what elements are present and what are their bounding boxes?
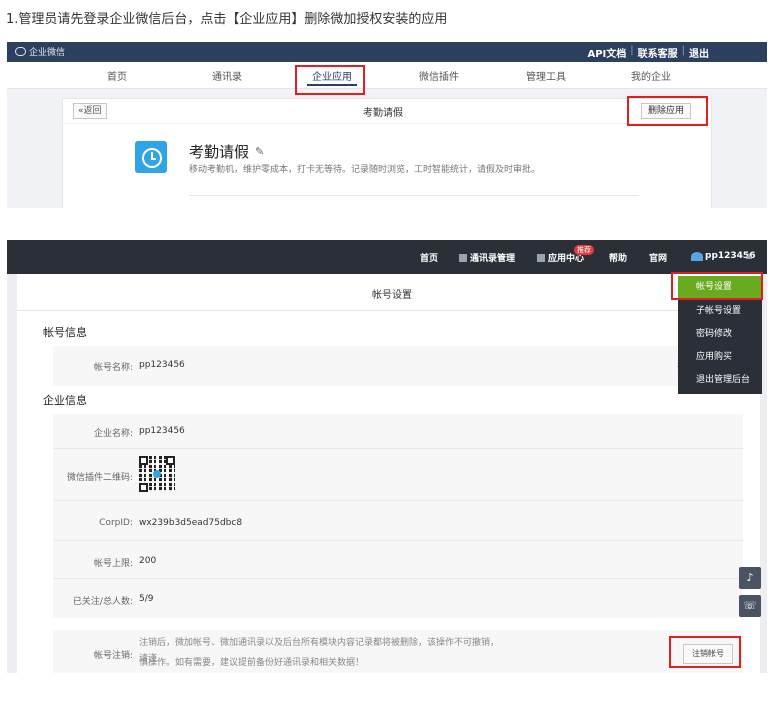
- menu-sub-accounts[interactable]: 子帐号设置: [678, 300, 762, 322]
- top-links: API文档 | 联系客服 | 退出: [587, 45, 709, 60]
- followers-value: 5/9: [139, 594, 154, 604]
- settings-title-bar: 帐号设置: [17, 274, 760, 311]
- back-button[interactable]: «返回: [73, 103, 107, 119]
- top-nav-contacts[interactable]: 通讯录管理: [459, 251, 515, 264]
- panel-title: 考勤请假: [363, 108, 403, 119]
- main-nav: 首页 通讯录 企业应用 微信插件 管理工具 我的企业: [7, 62, 767, 89]
- row-divider: [53, 540, 743, 541]
- divider: [189, 195, 639, 196]
- section-title-account: 帐号信息: [43, 326, 87, 339]
- menu-exit-admin[interactable]: 退出管理后台: [678, 369, 762, 391]
- section-title-company: 企业信息: [43, 394, 87, 407]
- phone-icon[interactable]: ☏: [739, 595, 761, 617]
- nav-contacts[interactable]: 通讯录: [212, 68, 242, 83]
- admin-top-bar: 首页 通讯录管理 应用中心 推荐 帮助 官网 pp123456 ▲: [7, 240, 767, 274]
- user-avatar-icon: [691, 252, 703, 261]
- page-title: 帐号设置: [372, 290, 412, 301]
- qr-code-image: [139, 456, 175, 492]
- followers-label: 已关注/总人数:: [72, 597, 133, 607]
- apps-icon: [537, 254, 545, 262]
- recommend-badge: 推荐: [574, 245, 594, 255]
- top-nav-contacts-label: 通讯录管理: [470, 254, 516, 264]
- company-name-label: 企业名称:: [93, 429, 133, 439]
- company-name-value: pp123456: [139, 426, 185, 436]
- top-nav-home[interactable]: 首页: [420, 251, 438, 264]
- contact-support-link[interactable]: 联系客服: [638, 45, 678, 60]
- row-divider: [53, 500, 743, 501]
- highlight-box-delete-app: [627, 96, 708, 126]
- instruction-caption: 1.管理员请先登录企业微信后台，点击【企业应用】删除微加授权安装的应用: [6, 12, 448, 27]
- bell-icon[interactable]: ♪: [739, 567, 761, 589]
- account-name-value: pp123456: [139, 360, 185, 370]
- highlight-box-account-settings: [671, 272, 763, 300]
- top-nav-website[interactable]: 官网: [649, 251, 667, 264]
- menu-buy-apps[interactable]: 应用购买: [678, 346, 762, 368]
- row-divider: [53, 448, 743, 449]
- row-divider: [53, 578, 743, 579]
- contacts-icon: [459, 254, 467, 262]
- edit-icon[interactable]: ✎: [255, 145, 264, 158]
- cancel-warning-line2: 慎操作。如有需要，建议提前备份好通讯录和相关数据！: [139, 658, 365, 668]
- corpid-label: CorpID:: [99, 518, 133, 528]
- app-name: 考勤请假: [189, 143, 250, 161]
- account-info-box: 帐号名称: pp123456 查: [53, 346, 743, 386]
- caret-up-icon: ▲: [746, 251, 753, 260]
- clock-icon: [135, 141, 167, 173]
- qr-label: 微信插件二维码:: [66, 473, 133, 483]
- cancel-account-label: 帐号注销:: [93, 651, 133, 661]
- company-info-box: 企业名称: pp123456 微信插件二维码: CorpID: wx239b3d…: [53, 414, 743, 618]
- account-name-label: 帐号名称:: [93, 363, 133, 373]
- nav-wechat-plugin[interactable]: 微信插件: [419, 68, 459, 83]
- logo: 企业微信: [15, 45, 65, 58]
- highlight-box-cancel-account: [669, 636, 741, 668]
- menu-change-password[interactable]: 密码修改: [678, 323, 762, 345]
- top-bar: 企业微信 API文档 | 联系客服 | 退出: [7, 42, 767, 62]
- settings-content: 帐号设置 帐号信息 帐号名称: pp123456 查 企业信息 企业名称: pp…: [17, 274, 760, 673]
- panel-header: «返回 考勤请假 删除应用: [63, 99, 711, 124]
- api-docs-link[interactable]: API文档: [587, 45, 626, 60]
- nav-my-enterprise[interactable]: 我的企业: [631, 68, 671, 83]
- account-cancel-box: 帐号注销: 注销后，微加帐号、微加通讯录以及后台所有模块内容记录都将被删除，该操…: [53, 630, 743, 673]
- corpid-value: wx239b3d5ead75dbc8: [139, 518, 243, 528]
- top-nav-help[interactable]: 帮助: [609, 251, 627, 264]
- app-description: 移动考勤机，维护零成本，打卡无等待。记录随时浏览，工时智能统计，请假及时审批。: [189, 165, 541, 175]
- cloud-icon: [15, 47, 26, 56]
- logout-link[interactable]: 退出: [689, 45, 709, 60]
- account-limit-label: 帐号上限:: [93, 559, 133, 569]
- logo-text: 企业微信: [29, 48, 66, 58]
- screenshot-account-settings: 首页 通讯录管理 应用中心 推荐 帮助 官网 pp123456 ▲ 帐号设置 帐…: [7, 240, 767, 673]
- nav-management-tools[interactable]: 管理工具: [526, 68, 566, 83]
- screenshot-app-management: 企业微信 API文档 | 联系客服 | 退出 首页 通讯录 企业应用 微信插件 …: [7, 42, 767, 208]
- nav-home[interactable]: 首页: [107, 68, 127, 83]
- account-limit-value: 200: [139, 556, 157, 566]
- highlight-box-enterprise-apps: [295, 65, 365, 95]
- app-detail-panel: «返回 考勤请假 删除应用 考勤请假 ✎ 移动考勤机，维护零成本，打卡无等待。记…: [62, 98, 712, 208]
- top-nav-app-center-label: 应用中心: [548, 254, 585, 264]
